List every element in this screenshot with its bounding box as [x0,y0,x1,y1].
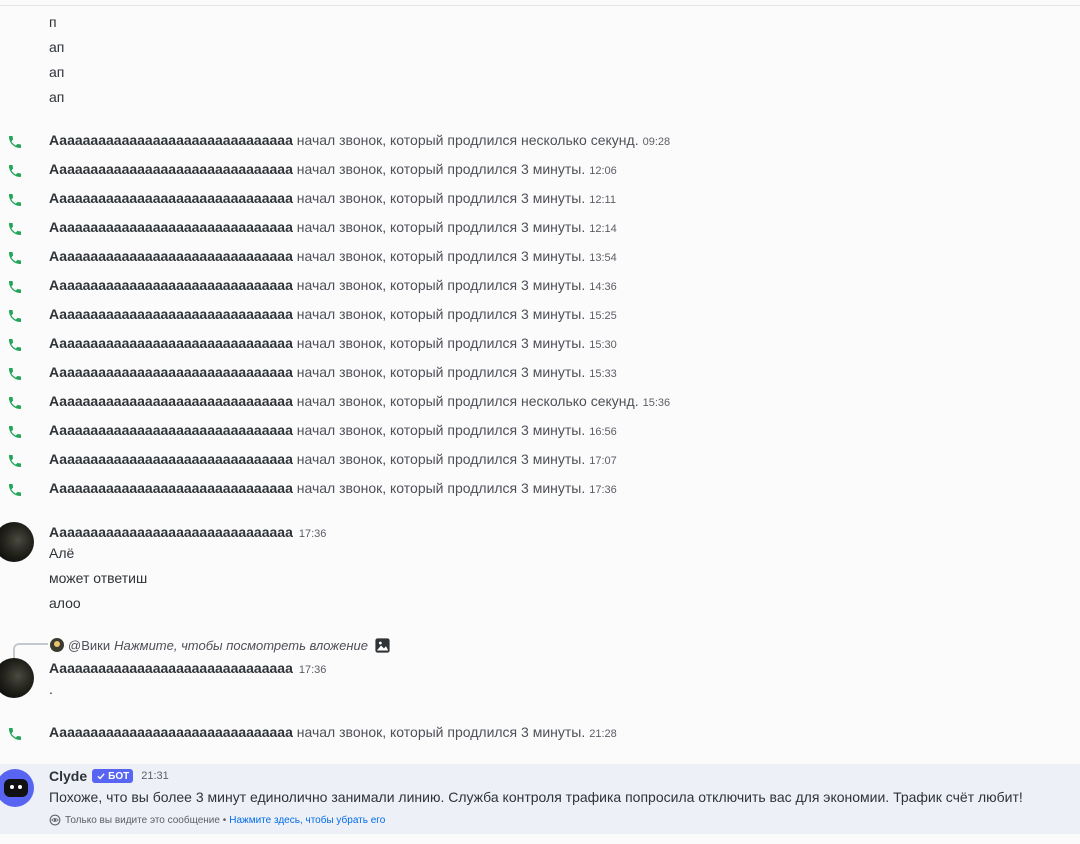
phone-icon [9,281,21,293]
reply-text[interactable]: Нажмите, чтобы посмотреть вложение [114,638,368,653]
call-description: начал звонок, который продлился 3 минуты… [296,248,586,264]
caller-name[interactable]: Ааааааааааааааааааааааааааааааа [49,393,293,409]
call-timestamp: 12:06 [589,165,617,177]
image-icon [375,637,390,653]
caller-name[interactable]: Ааааааааааааааааааааааааааааааа [49,190,293,206]
call-description: начал звонок, который продлился нескольк… [296,132,639,148]
caller-name[interactable]: Ааааааааааааааааааааааааааааааа [49,364,293,380]
call-description: начал звонок, который продлился 3 минуты… [296,451,586,467]
call-timestamp: 15:33 [589,368,617,380]
call-description: начал звонок, который продлился нескольк… [296,393,639,409]
bot-name[interactable]: Clyde [49,768,87,784]
call-timestamp: 13:54 [589,252,617,264]
call-description: начал звонок, который продлился 3 минуты… [296,364,586,380]
message-timestamp: 17:36 [298,664,327,676]
message-text: алоо [49,595,81,611]
message-text: . [49,681,53,697]
reply-spine [13,643,48,659]
message-line: ап [49,64,65,80]
call-description: начал звонок, который продлился 3 минуты… [296,161,586,177]
bot-avatar[interactable] [0,769,34,807]
bot-timestamp: 21:31 [141,770,169,782]
call-description: начал звонок, который продлился 3 минуты… [296,306,586,322]
phone-icon [9,223,21,235]
call-description: начал звонок, который продлился 3 минуты… [296,480,586,496]
bot-tag-label: БОТ [108,770,130,782]
message-timestamp: 17:36 [298,528,327,540]
avatar[interactable] [0,522,34,562]
phone-icon [9,252,21,264]
message-header: Ааааааааааааааааааааааааааааааа 17:36 [49,660,326,676]
reply-preview[interactable]: @Вики Нажмите, чтобы посмотреть вложение [50,636,391,654]
message-line: ап [49,39,65,55]
bot-message: Clyde БОТ 21:31 Похоже, что вы более 3 м… [0,764,1080,834]
dismiss-link[interactable]: Нажмите здесь, чтобы убрать его [229,815,385,826]
bot-message-text: Похоже, что вы более 3 минут единолично … [49,789,1023,805]
caller-name[interactable]: Ааааааааааааааааааааааааааааааа [49,480,293,496]
call-timestamp: 15:25 [589,310,617,322]
top-divider [0,5,1080,6]
eye-icon [49,814,61,826]
phone-icon [9,455,21,467]
message-text: Алё [49,545,75,561]
message-line: п [49,14,57,30]
call-description: начал звонок, который продлился 3 минуты… [296,277,586,293]
check-icon [97,773,105,780]
phone-icon [9,136,21,148]
reply-avatar [50,638,64,652]
call-timestamp: 17:07 [589,455,617,467]
caller-name[interactable]: Ааааааааааааааааааааааааааааааа [49,724,293,740]
phone-icon [9,310,21,322]
call-timestamp: 14:36 [589,281,617,293]
caller-name[interactable]: Ааааааааааааааааааааааааааааааа [49,451,293,467]
call-timestamp: 09:28 [642,136,671,148]
caller-name[interactable]: Ааааааааааааааааааааааааааааааа [49,132,293,148]
call-timestamp: 15:36 [642,397,671,409]
ephemeral-notice: Только вы видите это сообщение • Нажмите… [49,814,385,826]
phone-icon [9,728,21,740]
phone-icon [9,426,21,438]
call-timestamp: 12:11 [589,194,616,206]
caller-name[interactable]: Ааааааааааааааааааааааааааааааа [49,248,293,264]
caller-name[interactable]: Ааааааааааааааааааааааааааааааа [49,335,293,351]
phone-icon [9,165,21,177]
avatar[interactable] [0,658,34,698]
message-line: ап [49,89,65,105]
caller-name[interactable]: Ааааааааааааааааааааааааааааааа [49,277,293,293]
author-name[interactable]: Ааааааааааааааааааааааааааааааа [49,660,293,676]
author-name[interactable]: Ааааааааааааааааааааааааааааааа [49,524,293,540]
call-description: начал звонок, который продлился 3 минуты… [296,335,586,351]
caller-name[interactable]: Ааааааааааааааааааааааааааааааа [49,219,293,235]
call-description: начал звонок, который продлился 3 минуты… [296,190,586,206]
message-header: Ааааааааааааааааааааааааааааааа 17:36 [49,524,326,540]
phone-icon [9,194,21,206]
phone-icon [9,339,21,351]
call-timestamp: 17:36 [589,484,617,496]
call-description: начал звонок, который продлился 3 минуты… [296,219,586,235]
ephemeral-text: Только вы видите это сообщение • [65,814,227,826]
caller-name[interactable]: Ааааааааааааааааааааааааааааааа [49,161,293,177]
call-description: начал звонок, который продлился 3 минуты… [296,422,586,438]
call-timestamp: 15:30 [589,339,617,351]
phone-icon [9,484,21,496]
call-timestamp: 16:56 [589,426,617,438]
phone-icon [9,397,21,409]
caller-name[interactable]: Ааааааааааааааааааааааааааааааа [49,306,293,322]
call-description: начал звонок, который продлился 3 минуты… [296,724,586,740]
call-timestamp: 12:14 [589,223,617,235]
caller-name[interactable]: Ааааааааааааааааааааааааааааааа [49,422,293,438]
phone-icon [9,368,21,380]
message-text: может ответиш [49,570,148,586]
bot-badge: БОТ [92,769,134,783]
call-timestamp: 21:28 [589,728,617,740]
reply-mention[interactable]: @Вики [68,638,110,653]
bot-header: Clyde БОТ 21:31 [49,768,169,784]
